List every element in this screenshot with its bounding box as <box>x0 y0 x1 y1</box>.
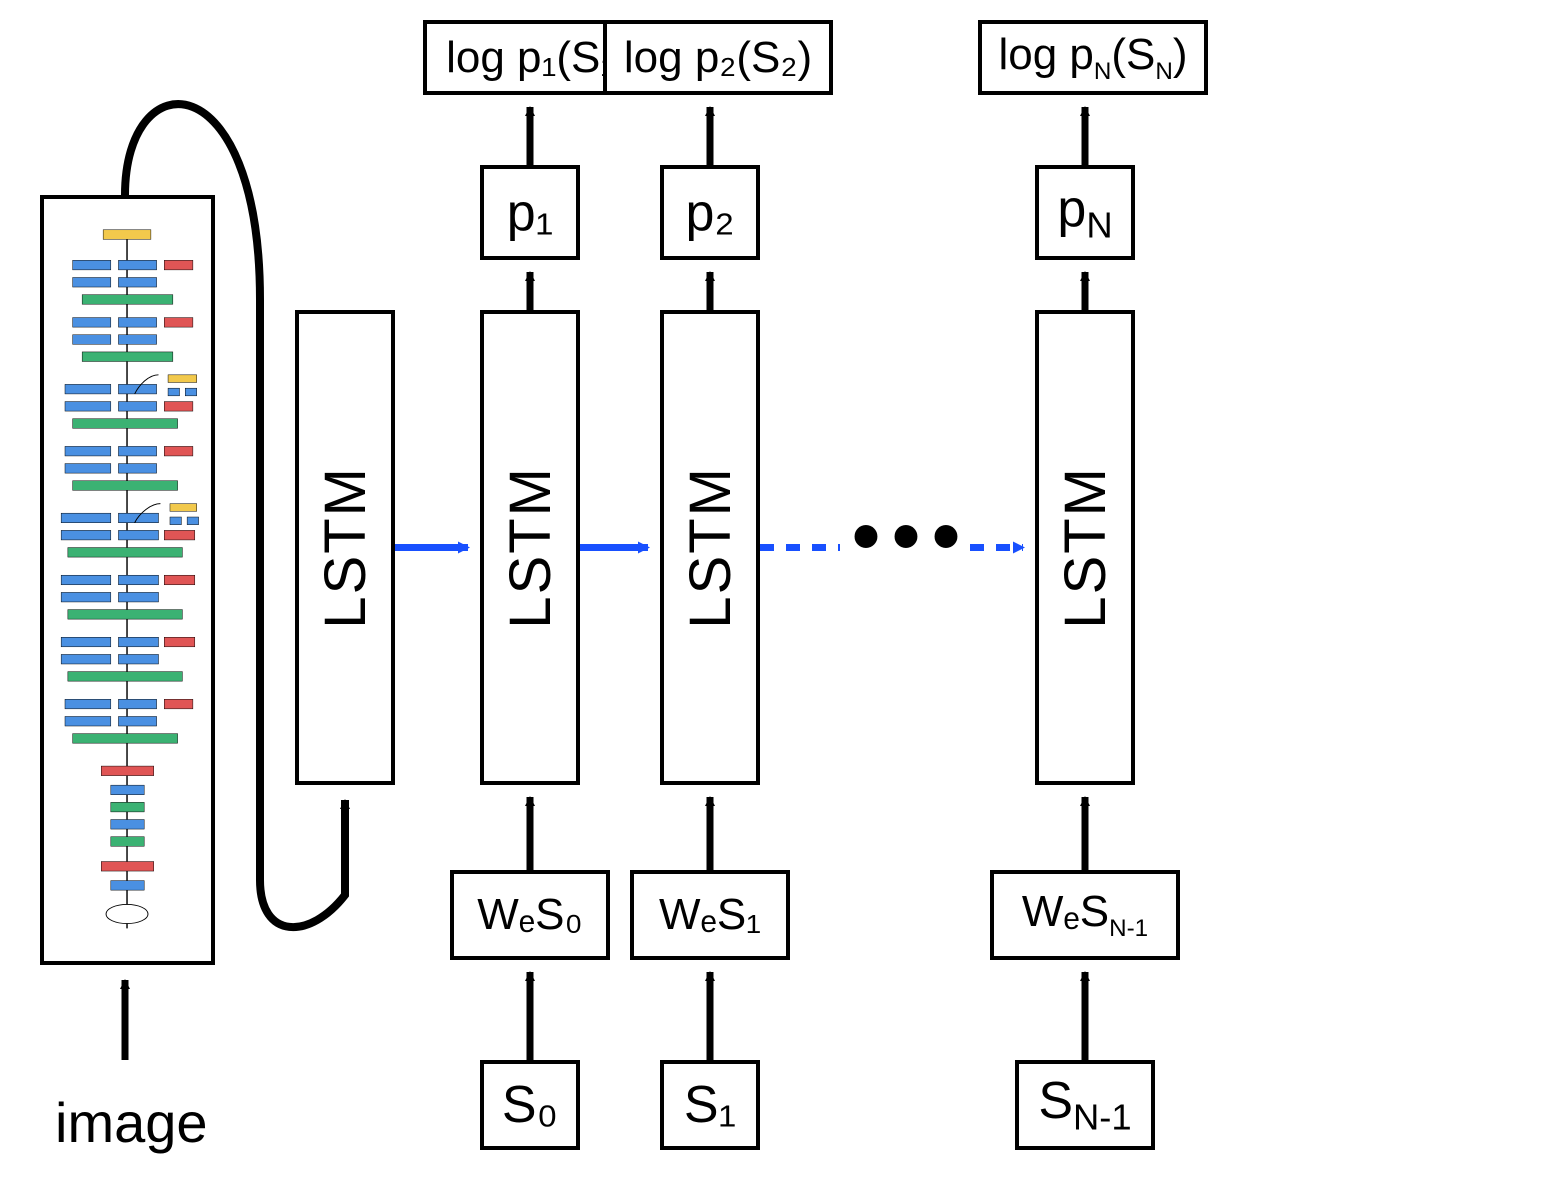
cnn-inner-graphic <box>44 199 211 961</box>
logp-label: log pN(SN) <box>998 30 1187 86</box>
cnn-box <box>40 195 215 965</box>
p-label: p₁ <box>507 183 553 243</box>
s-label: SN-1 <box>1038 1071 1131 1138</box>
lstm-label: LSTM <box>312 466 379 629</box>
connectors-layer <box>0 0 1548 1180</box>
we-label: WₑS₁ <box>659 890 761 940</box>
p-box-1: p₁ <box>480 165 580 260</box>
we-box-1: WₑS₀ <box>450 870 610 960</box>
lstm-label: LSTM <box>677 466 744 629</box>
p-box-2: p₂ <box>660 165 760 260</box>
lstm-label: LSTM <box>1052 466 1119 629</box>
p-label: pN <box>1057 179 1112 246</box>
image-label: image <box>55 1090 208 1155</box>
ellipsis: ••• <box>852 490 972 582</box>
lstm-box-3: LSTM <box>1035 310 1135 785</box>
lstm-label: LSTM <box>497 466 564 629</box>
we-box-3: WₑSN-1 <box>990 870 1180 960</box>
s-box-1: S₀ <box>480 1060 580 1150</box>
s-box-2: S₁ <box>660 1060 760 1150</box>
we-label: WₑSN-1 <box>1022 887 1148 943</box>
s-label: S₀ <box>502 1075 558 1135</box>
we-label: WₑS₀ <box>477 890 583 940</box>
we-box-2: WₑS₁ <box>630 870 790 960</box>
s-label: S₁ <box>684 1075 736 1135</box>
lstm-box-0: LSTM <box>295 310 395 785</box>
s-box-3: SN-1 <box>1015 1060 1155 1150</box>
logp-label: log p₂(S₂) <box>624 33 812 83</box>
logp-box-3: log pN(SN) <box>978 20 1208 95</box>
lstm-box-1: LSTM <box>480 310 580 785</box>
p-box-3: pN <box>1035 165 1135 260</box>
logp-box-2: log p₂(S₂) <box>603 20 833 95</box>
p-label: p₂ <box>685 183 734 243</box>
lstm-box-2: LSTM <box>660 310 760 785</box>
